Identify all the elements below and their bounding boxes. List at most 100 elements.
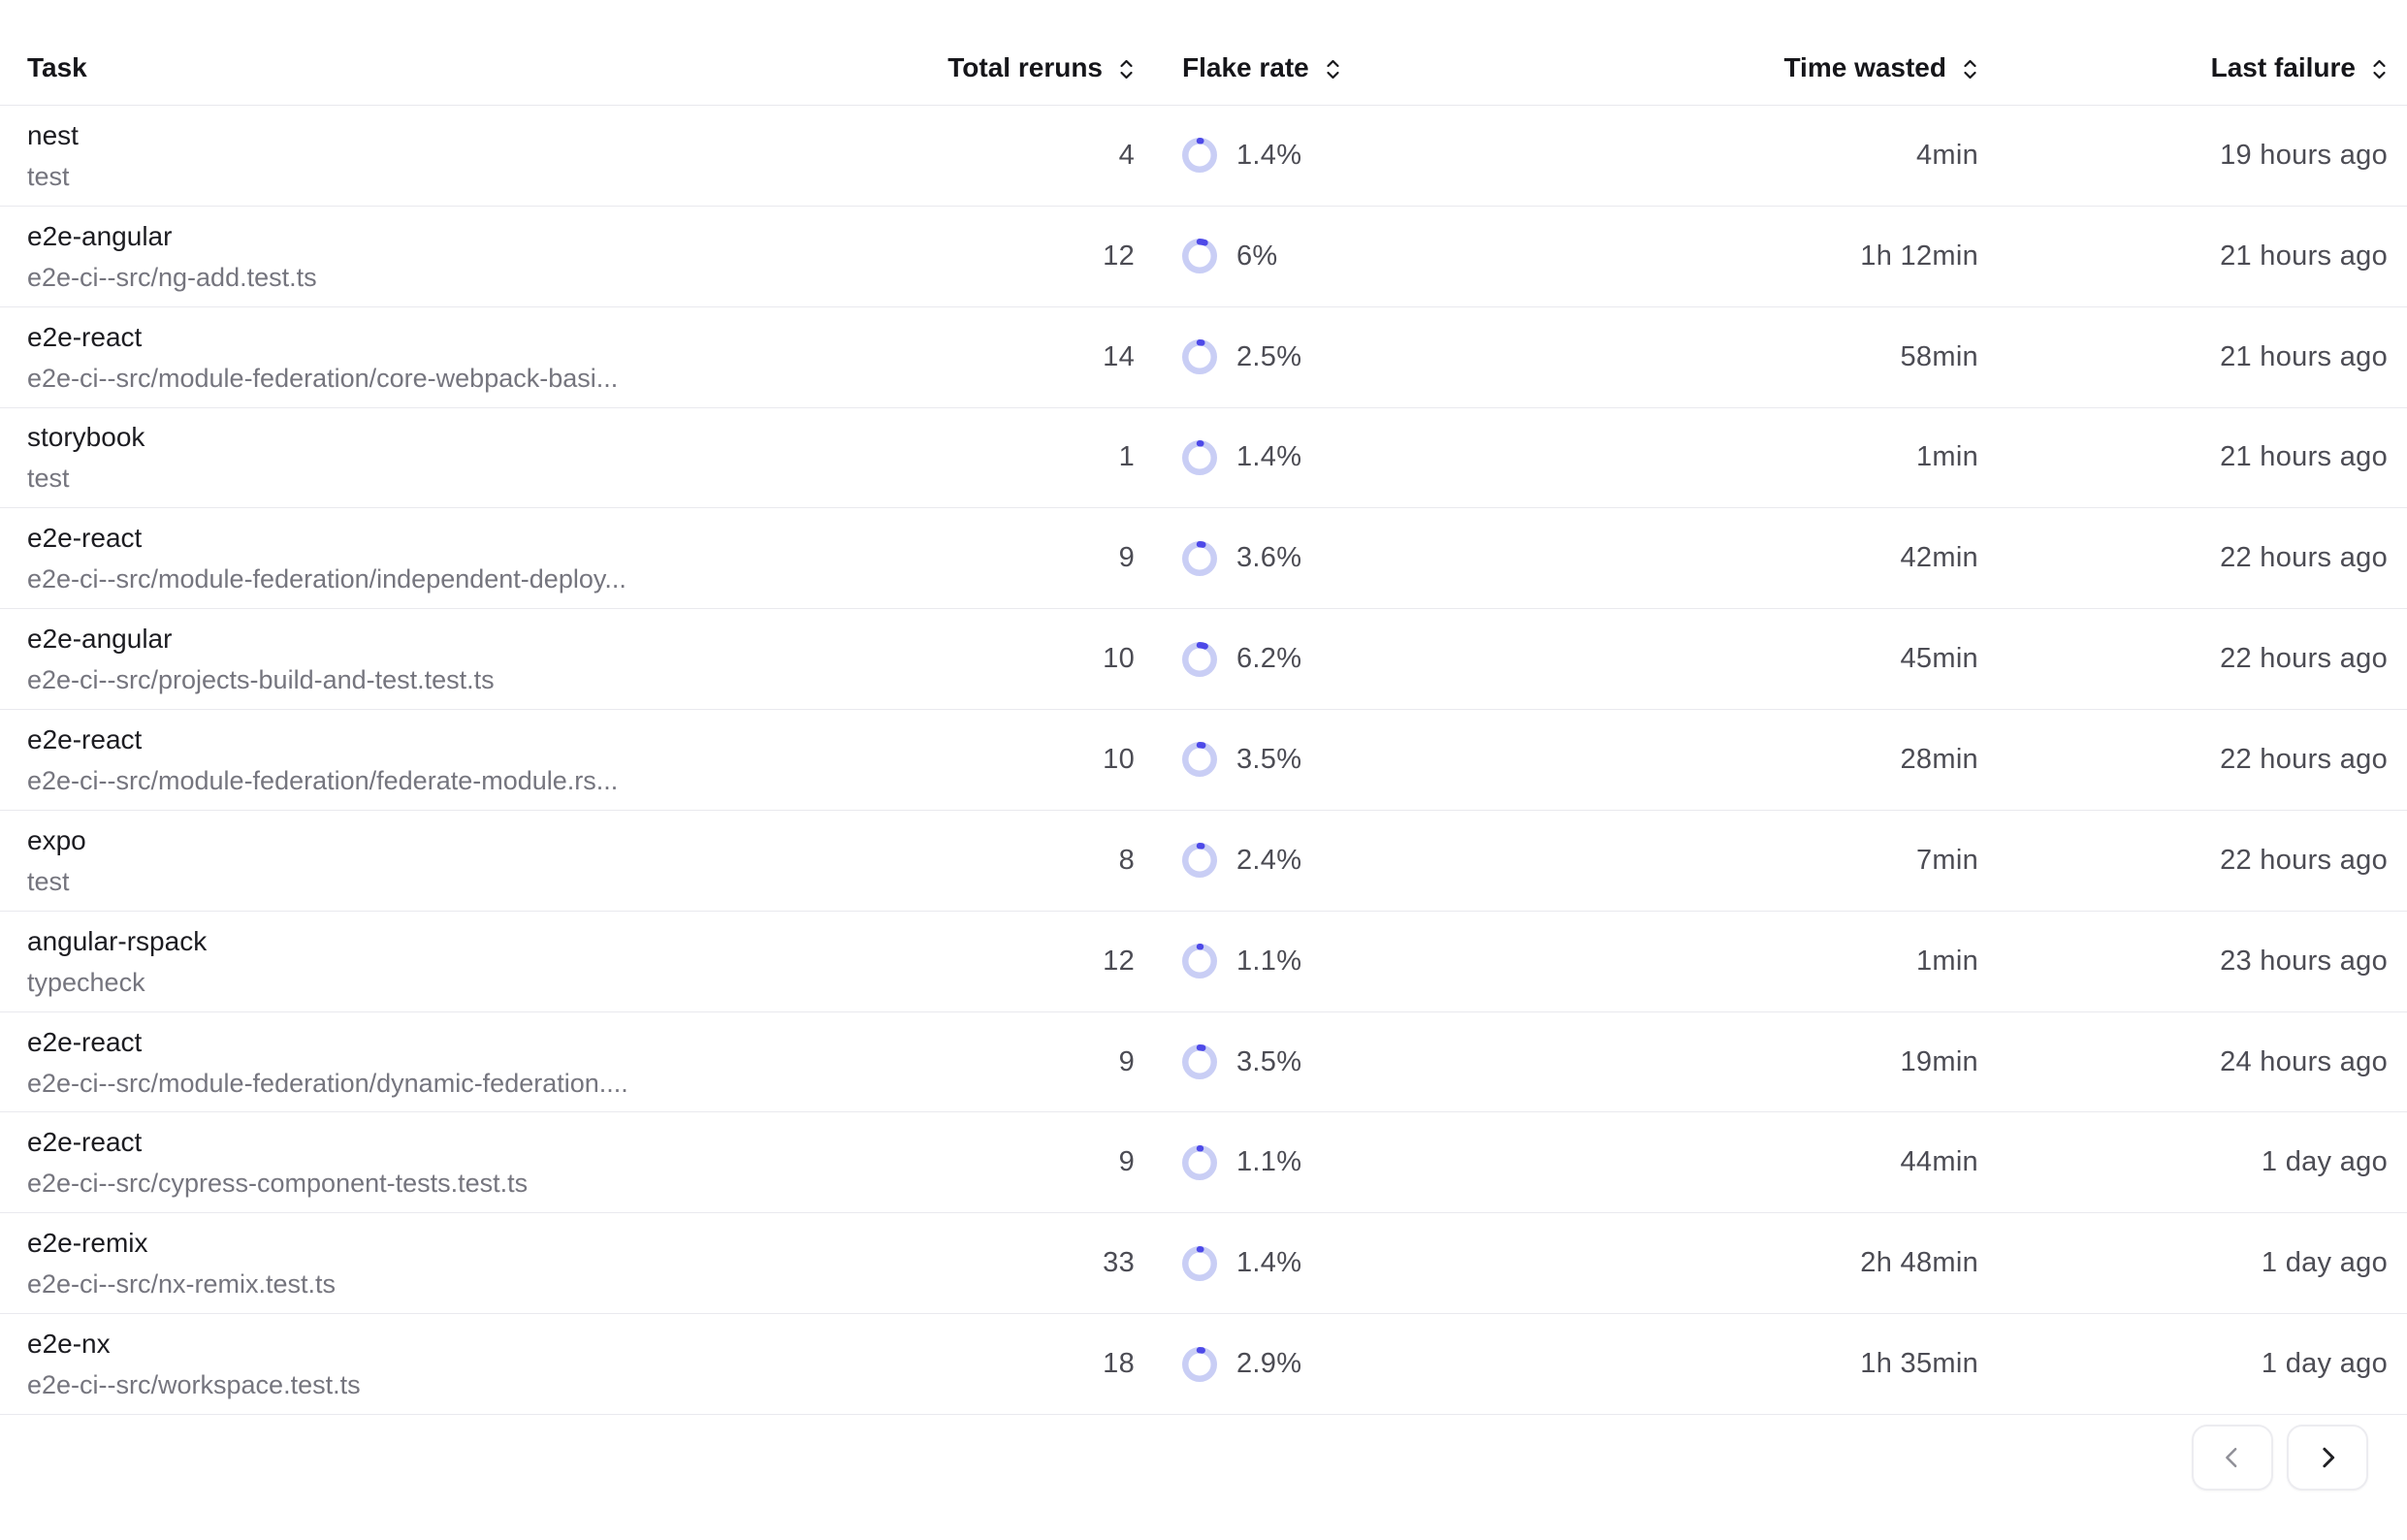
table-row[interactable]: angular-rspack typecheck 12 1.1% 1min 23… (0, 912, 2407, 1012)
flake-rate-value: 6% (1236, 241, 1278, 273)
task-target: test (27, 866, 70, 897)
flake-rate-donut-icon (1182, 541, 1217, 576)
total-reruns-value: 9 (1119, 1046, 1135, 1078)
total-reruns-value: 10 (1103, 643, 1135, 675)
flake-rate-donut-icon (1182, 1044, 1217, 1079)
table-row[interactable]: e2e-remix e2e-ci--src/nx-remix.test.ts 3… (0, 1213, 2407, 1314)
column-header-label: Task (27, 52, 87, 83)
last-failure-value: 22 hours ago (2220, 744, 2388, 776)
task-name: e2e-react (27, 1026, 142, 1059)
flake-rate-donut-icon (1182, 642, 1217, 677)
task-name: e2e-remix (27, 1227, 147, 1260)
last-failure-value: 1 day ago (2262, 1247, 2388, 1279)
column-header-label: Last failure (2211, 52, 2356, 83)
last-failure-value: 22 hours ago (2220, 643, 2388, 675)
column-header-flake_rate[interactable]: Flake rate (1135, 0, 1523, 105)
time-wasted-value: 19min (1901, 1046, 1979, 1078)
flake-rate-donut-icon (1182, 239, 1217, 273)
flake-rate-value: 1.1% (1236, 946, 1301, 978)
table-row[interactable]: e2e-react e2e-ci--src/module-federation/… (0, 710, 2407, 811)
time-wasted-value: 45min (1901, 643, 1979, 675)
table-row[interactable]: e2e-react e2e-ci--src/module-federation/… (0, 508, 2407, 609)
flake-rate-value: 3.5% (1236, 1046, 1301, 1078)
column-header-task: Task (27, 0, 941, 105)
table-row[interactable]: storybook test 1 1.4% 1min 21 hours ago (0, 408, 2407, 509)
column-header-total_reruns[interactable]: Total reruns (941, 0, 1135, 105)
last-failure-value: 24 hours ago (2220, 1046, 2388, 1078)
time-wasted-value: 1h 12min (1860, 241, 1978, 273)
table-row[interactable]: nest test 4 1.4% 4min 19 hours ago (0, 106, 2407, 207)
last-failure-value: 1 day ago (2262, 1146, 2388, 1178)
time-wasted-value: 7min (1916, 845, 1978, 877)
time-wasted-value: 58min (1901, 341, 1979, 373)
table-row[interactable]: e2e-angular e2e-ci--src/projects-build-a… (0, 609, 2407, 710)
total-reruns-value: 10 (1103, 744, 1135, 776)
table-row[interactable]: e2e-nx e2e-ci--src/workspace.test.ts 18 … (0, 1314, 2407, 1415)
time-wasted-value: 4min (1916, 140, 1978, 172)
task-target: e2e-ci--src/module-federation/core-webpa… (27, 363, 618, 394)
previous-page-button[interactable] (2192, 1425, 2273, 1491)
table-row[interactable]: expo test 8 2.4% 7min 22 hours ago (0, 811, 2407, 912)
flake-rate-donut-icon (1182, 1145, 1217, 1180)
task-target: e2e-ci--src/ng-add.test.ts (27, 262, 317, 293)
last-failure-value: 22 hours ago (2220, 542, 2388, 574)
last-failure-value: 1 day ago (2262, 1348, 2388, 1380)
flake-rate-value: 2.4% (1236, 845, 1301, 877)
flake-rate-donut-icon (1182, 1246, 1217, 1281)
column-header-time_wasted[interactable]: Time wasted (1523, 0, 1978, 105)
total-reruns-value: 4 (1119, 140, 1135, 172)
flake-rate-value: 1.4% (1236, 441, 1301, 473)
flake-rate-value: 6.2% (1236, 643, 1301, 675)
task-name: nest (27, 119, 79, 152)
total-reruns-value: 18 (1103, 1348, 1135, 1380)
total-reruns-value: 9 (1119, 542, 1135, 574)
flake-rate-value: 3.5% (1236, 744, 1301, 776)
task-name: e2e-angular (27, 220, 172, 253)
sort-icon (1118, 58, 1135, 80)
flake-rate-donut-icon (1182, 843, 1217, 878)
table-row[interactable]: e2e-react e2e-ci--src/cypress-component-… (0, 1112, 2407, 1213)
table-row[interactable]: e2e-angular e2e-ci--src/ng-add.test.ts 1… (0, 207, 2407, 307)
task-name: storybook (27, 421, 144, 454)
flake-rate-donut-icon (1182, 1347, 1217, 1382)
task-target: e2e-ci--src/nx-remix.test.ts (27, 1268, 336, 1299)
task-name: e2e-react (27, 522, 142, 555)
pagination (0, 1425, 2407, 1491)
total-reruns-value: 8 (1119, 845, 1135, 877)
table-row[interactable]: e2e-react e2e-ci--src/module-federation/… (0, 307, 2407, 408)
last-failure-value: 21 hours ago (2220, 341, 2388, 373)
task-target: e2e-ci--src/module-federation/federate-m… (27, 765, 618, 796)
task-target: typecheck (27, 967, 145, 998)
column-header-label: Time wasted (1783, 52, 1946, 83)
flaky-tasks-table: Task Total reruns Flake rate Time wasted… (0, 0, 2407, 1415)
sort-icon (1325, 58, 1341, 80)
task-name: angular-rspack (27, 925, 207, 958)
task-target: e2e-ci--src/projects-build-and-test.test… (27, 664, 495, 695)
column-header-label: Total reruns (947, 52, 1103, 83)
flake-rate-value: 2.5% (1236, 341, 1301, 373)
flake-rate-donut-icon (1182, 944, 1217, 979)
last-failure-value: 22 hours ago (2220, 845, 2388, 877)
total-reruns-value: 1 (1119, 441, 1135, 473)
task-target: e2e-ci--src/cypress-component-tests.test… (27, 1168, 528, 1199)
time-wasted-value: 1min (1916, 946, 1978, 978)
flake-rate-value: 1.4% (1236, 140, 1301, 172)
time-wasted-value: 1min (1916, 441, 1978, 473)
task-target: e2e-ci--src/workspace.test.ts (27, 1369, 361, 1400)
table-body: nest test 4 1.4% 4min 19 hours ago e2e-a… (0, 106, 2407, 1415)
flake-rate-value: 2.9% (1236, 1348, 1301, 1380)
table-row[interactable]: e2e-react e2e-ci--src/module-federation/… (0, 1012, 2407, 1113)
flake-rate-value: 3.6% (1236, 542, 1301, 574)
flake-rate-donut-icon (1182, 440, 1217, 475)
last-failure-value: 21 hours ago (2220, 441, 2388, 473)
column-header-last_failure[interactable]: Last failure (1978, 0, 2388, 105)
total-reruns-value: 33 (1103, 1247, 1135, 1279)
last-failure-value: 19 hours ago (2220, 140, 2388, 172)
task-name: e2e-angular (27, 623, 172, 656)
total-reruns-value: 12 (1103, 241, 1135, 273)
total-reruns-value: 12 (1103, 946, 1135, 978)
total-reruns-value: 9 (1119, 1146, 1135, 1178)
flake-rate-donut-icon (1182, 138, 1217, 173)
next-page-button[interactable] (2287, 1425, 2368, 1491)
table-header-row: Task Total reruns Flake rate Time wasted… (0, 0, 2407, 106)
